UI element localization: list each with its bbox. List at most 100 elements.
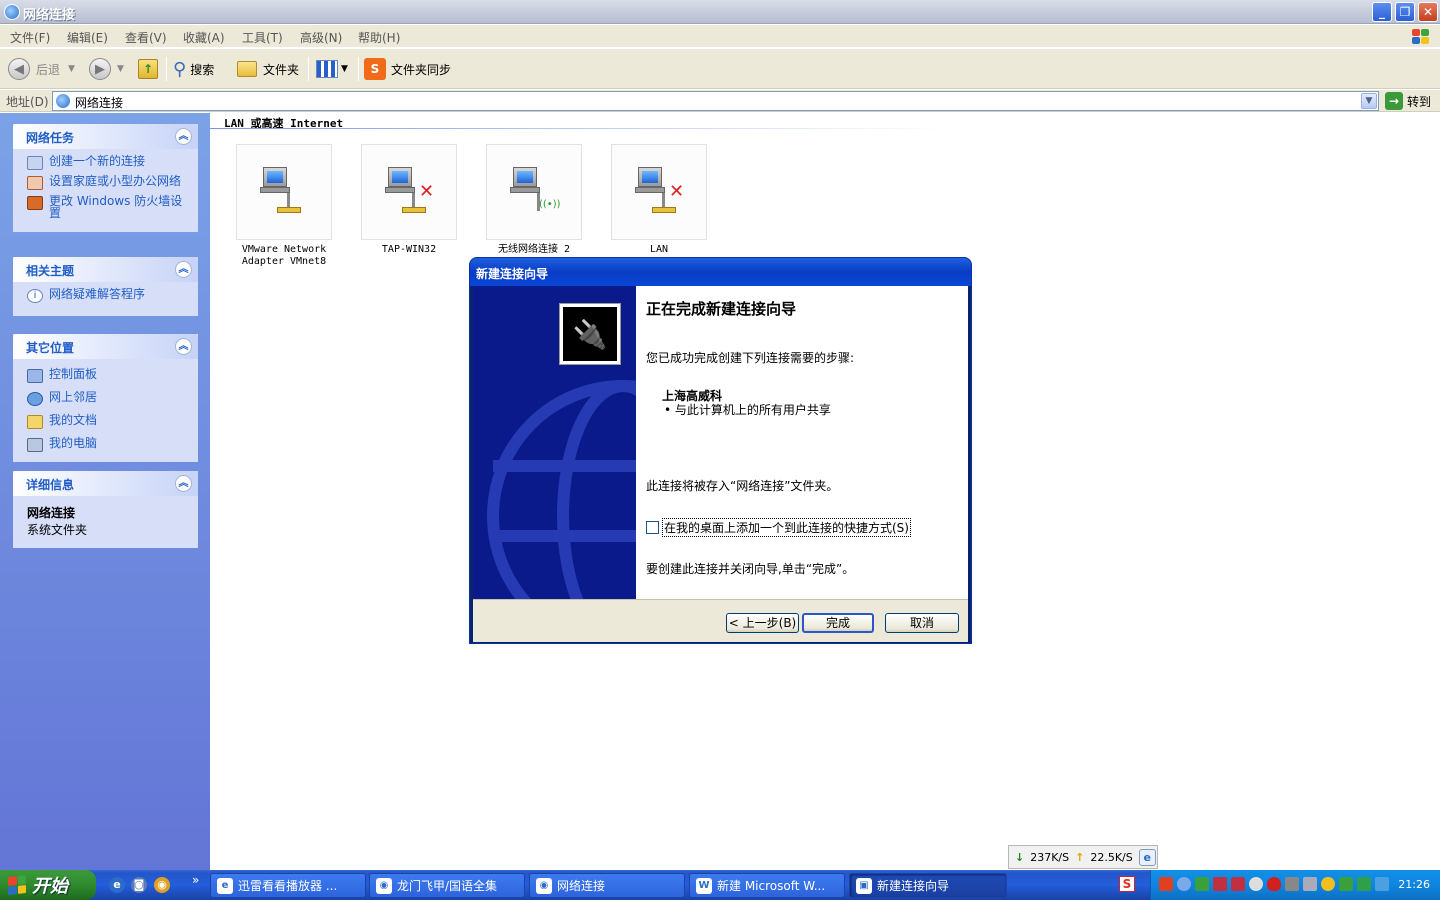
up-folder-button[interactable]: ↑ (138, 56, 158, 82)
go-button[interactable]: → 转到 (1385, 92, 1431, 110)
panel-header[interactable]: 网络任务 ︽ (13, 124, 198, 149)
collapse-icon[interactable]: ︽ (175, 475, 192, 492)
wizard-content: 正在完成新建连接向导 您已成功完成创建下列连接需要的步骤: 上海高威科 • 与此… (636, 286, 968, 599)
windows-logo-icon (1406, 27, 1436, 47)
network-troubleshooter-link[interactable]: i 网络疑难解答程序 (27, 288, 190, 303)
task-network-connections[interactable]: ◉ 网络连接 (529, 873, 685, 898)
clock[interactable]: 21:26 (1398, 878, 1430, 891)
checkbox-box[interactable] (646, 521, 659, 534)
back-button[interactable]: ◀ 后退 ▼ (8, 56, 75, 82)
tray-antivirus-icon[interactable] (1339, 877, 1353, 891)
panel-header[interactable]: 详细信息 ︽ (13, 471, 198, 496)
views-button[interactable]: ▼ (316, 56, 348, 82)
folder-sync-button[interactable]: S 文件夹同步 (364, 56, 451, 82)
my-documents-link[interactable]: 我的文档 (27, 414, 190, 429)
menu-tools[interactable]: 工具(T) (242, 29, 283, 46)
link-label: 我的电脑 (49, 436, 98, 450)
collapse-icon[interactable]: ︽ (175, 261, 192, 278)
forward-button[interactable]: ▶ ▼ (89, 56, 124, 82)
home-network-link[interactable]: 设置家庭或小型办公网络 (27, 175, 190, 190)
task-word-document[interactable]: W 新建 Microsoft W... (689, 873, 845, 898)
toolbar-separator (308, 57, 309, 81)
menu-help[interactable]: 帮助(H) (358, 29, 400, 46)
plug (652, 207, 676, 213)
address-input[interactable]: 网络连接 ▼ (52, 91, 1379, 111)
network-tasks-panel: 网络任务 ︽ 创建一个新的连接 设置家庭或小型办公网络 更改 Windows 防… (13, 124, 198, 232)
ie-icon[interactable]: e (1138, 848, 1156, 866)
menu-favorites[interactable]: 收藏(A) (183, 29, 225, 46)
connection-tap-win32[interactable]: ✕ TAP-WIN32 (354, 144, 464, 256)
minimize-button[interactable]: _ (1372, 2, 1392, 22)
back-button[interactable]: < 上一步(B) (726, 613, 799, 633)
menu-file[interactable]: 文件(F) (10, 29, 50, 46)
menu-advanced[interactable]: 高级(N) (300, 29, 342, 46)
connection-lan[interactable]: ✕ LAN (604, 144, 714, 256)
wizard-intro: 您已成功完成创建下列连接需要的步骤: (646, 351, 855, 365)
connection-wireless-2[interactable]: ((•)) 无线网络连接 2 (479, 144, 589, 256)
network-connections-icon (56, 94, 70, 108)
tray-update-icon[interactable] (1321, 877, 1335, 891)
tray-lan-disconnected-icon[interactable] (1231, 877, 1245, 891)
control-panel-link[interactable]: 控制面板 (27, 368, 190, 383)
checkbox-label[interactable]: 在我的桌面上添加一个到此连接的快捷方式(S) (662, 518, 911, 537)
collapse-icon[interactable]: ︽ (175, 338, 192, 355)
network-places-link[interactable]: 网上邻居 (27, 391, 190, 406)
sogou-ime-icon[interactable]: S (1119, 876, 1135, 892)
link-label: 我的文档 (49, 413, 98, 427)
tray-volume-icon[interactable] (1303, 877, 1317, 891)
tray-usb-icon[interactable] (1285, 877, 1299, 891)
task-label: 龙门飞甲/国语全集 (397, 879, 498, 893)
folders-button[interactable]: 文件夹 (237, 56, 299, 82)
firewall-settings-link[interactable]: 更改 Windows 防火墙设置 (27, 195, 190, 219)
tray-lan-icon[interactable] (1213, 877, 1227, 891)
desktop-shortcut-checkbox[interactable]: 在我的桌面上添加一个到此连接的快捷方式(S) (646, 518, 911, 537)
menu-edit[interactable]: 编辑(E) (67, 29, 108, 46)
show-desktop-icon[interactable]: ◙ (131, 877, 147, 893)
restore-button[interactable]: ❐ (1395, 2, 1415, 22)
tray-vc-icon[interactable] (1375, 877, 1389, 891)
chevron-down-icon[interactable]: ▼ (68, 64, 75, 74)
toolbar: ◀ 后退 ▼ ▶ ▼ ↑ ⚲ 搜索 文件夹 ▼ S 文件夹同步 (0, 49, 1440, 89)
collapse-icon[interactable]: ︽ (175, 128, 192, 145)
close-button[interactable]: ✕ (1418, 2, 1438, 22)
tray-network-icon[interactable] (1177, 877, 1191, 891)
network-speed-meter[interactable]: ↓ 237K/S ↑ 22.5K/S e (1008, 845, 1158, 869)
panel-header[interactable]: 其它位置 ︽ (13, 334, 198, 359)
search-button[interactable]: ⚲ 搜索 (173, 56, 214, 82)
task-xunlei-player[interactable]: e 迅雷看看播放器 ... (210, 873, 366, 898)
chevron-down-icon[interactable]: ▼ (1361, 93, 1377, 109)
upload-speed: 22.5K/S (1090, 850, 1133, 864)
plug (402, 207, 426, 213)
network-connections-icon: ◉ (536, 877, 552, 894)
my-computer-link[interactable]: 我的电脑 (27, 437, 190, 452)
search-icon: ⚲ (173, 58, 187, 80)
task-label: 迅雷看看播放器 ... (238, 879, 338, 893)
create-connection-link[interactable]: 创建一个新的连接 (27, 155, 190, 170)
tray-security-shield-icon[interactable] (1267, 877, 1281, 891)
connection-vmnet8[interactable]: VMware Network Adapter VMnet8 (229, 144, 339, 268)
tray-app-icon[interactable] (1159, 877, 1173, 891)
tray-wireless-icon[interactable] (1195, 877, 1209, 891)
folder-icon (237, 61, 257, 77)
cancel-button[interactable]: 取消 (885, 613, 959, 633)
search-label: 搜索 (190, 62, 215, 77)
task-new-connection-wizard[interactable]: ▣ 新建连接向导 (849, 873, 1007, 898)
panel-header[interactable]: 相关主题 ︽ (13, 257, 198, 282)
connection-label: VMware Network Adapter VMnet8 (241, 244, 327, 267)
ie-quicklaunch-icon[interactable]: e (109, 877, 125, 893)
tray-va-icon[interactable] (1357, 877, 1371, 891)
disconnected-x-icon: ✕ (669, 181, 685, 202)
tray-sync-icon[interactable] (1249, 877, 1263, 891)
link-label: 网上邻居 (49, 390, 98, 404)
menu-view[interactable]: 查看(V) (125, 29, 167, 46)
wizard-logo: 🔌 (559, 303, 621, 365)
chevron-down-icon: ▼ (341, 64, 348, 74)
finish-button[interactable]: 完成 (802, 613, 874, 633)
media-player-icon[interactable]: ◉ (154, 877, 170, 893)
dialog-title-bar[interactable]: 新建连接向导 (470, 258, 971, 286)
start-button[interactable]: 开始 (0, 870, 96, 900)
task-longmen[interactable]: ◉ 龙门飞甲/国语全集 (369, 873, 525, 898)
quicklaunch-overflow-icon[interactable]: » (192, 873, 199, 887)
chevron-down-icon[interactable]: ▼ (117, 64, 124, 74)
wizard-side-banner: 🔌 (473, 286, 636, 599)
